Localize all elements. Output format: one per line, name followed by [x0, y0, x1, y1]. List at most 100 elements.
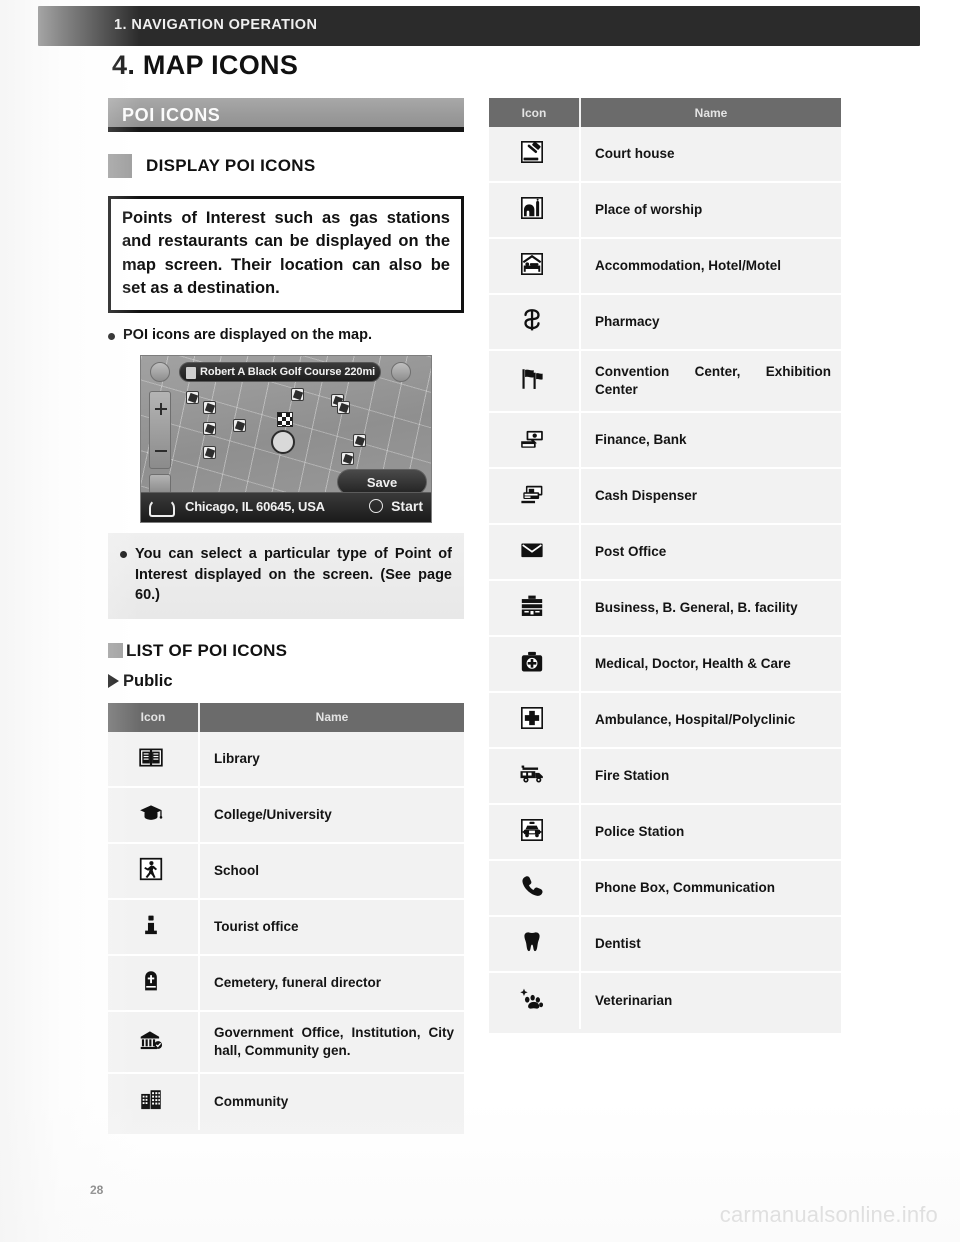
- poi-name-cell: Tourist office: [200, 899, 464, 954]
- poi-name-cell: Business, B. General, B. facility: [581, 581, 841, 635]
- group-heading-label: Public: [123, 671, 173, 690]
- poi-name-cell: Police Station: [581, 805, 841, 859]
- icon-cell: [108, 787, 200, 842]
- table-row: Fire Station: [489, 749, 841, 805]
- poi-name-cell: Library: [200, 731, 464, 786]
- icon-cell: [489, 917, 581, 971]
- atm-card-icon: [519, 481, 549, 511]
- table-row: Veterinarian: [489, 973, 841, 1029]
- table-row: Tourist office: [108, 899, 464, 956]
- chapter-header-bar: 1. NAVIGATION OPERATION: [38, 6, 920, 46]
- poi-name-cell: Pharmacy: [581, 295, 841, 349]
- icon-cell: [108, 843, 200, 898]
- list-of-poi-icons-heading: LIST OF POI ICONS: [108, 641, 476, 661]
- note-block: You can select a particular type of Poin…: [108, 533, 464, 619]
- navigation-screen: Robert A Black Golf Course 220mi Save Ch…: [140, 355, 432, 524]
- map-poi-icon: [203, 446, 216, 460]
- poi-icons-banner: POI ICONS: [108, 98, 464, 132]
- map-poi-icon: [291, 388, 304, 402]
- watermark: carmanualsonline.info: [719, 1202, 938, 1227]
- chapter-title: 1. NAVIGATION OPERATION: [114, 17, 318, 33]
- poi-icon-table-right: Icon Name Court house Place of worship Acc…: [489, 98, 841, 1033]
- right-column: Icon Name Court house Place of worship Acc…: [489, 98, 841, 1033]
- community-buildings-icon: [138, 1087, 168, 1117]
- medical-bag-icon: [519, 649, 549, 679]
- page-title: 4. MAP ICONS: [112, 50, 299, 80]
- poi-icon-table-left: Icon Name Library College/University Schoo…: [108, 702, 464, 1134]
- bullet-text: POI icons are displayed on the map.: [123, 326, 372, 343]
- poi-name-cell: Cash Dispenser: [581, 469, 841, 523]
- square-bullet-icon: [108, 154, 132, 178]
- column-header-name: Name: [200, 702, 464, 732]
- police-car-icon: [519, 817, 549, 847]
- briefcase-icon: [519, 593, 549, 623]
- start-button[interactable]: Start: [369, 498, 423, 514]
- table-row: Convention Center, Exhibition Center: [489, 351, 841, 413]
- table-row: Cash Dispenser: [489, 469, 841, 525]
- poi-name-cell: Ambulance, Hospital/Polyclinic: [581, 693, 841, 747]
- map-view-toggle-button[interactable]: [149, 474, 171, 495]
- poi-name-cell: Place of worship: [581, 183, 841, 237]
- column-header-icon: Icon: [489, 98, 581, 127]
- icon-cell: [489, 525, 581, 579]
- table-row: Police Station: [489, 805, 841, 861]
- envelope-icon: [519, 537, 549, 567]
- info-callout-box: Points of Interest such as gas stations …: [108, 196, 464, 313]
- icon-cell: [489, 127, 581, 181]
- start-button-label: Start: [391, 498, 423, 515]
- icon-cell: [489, 637, 581, 691]
- icon-cell: [108, 955, 200, 1010]
- poi-name-cell: Phone Box, Communication: [581, 861, 841, 915]
- icon-cell: [489, 239, 581, 293]
- icon-cell: [489, 295, 581, 349]
- school-pedestrian-icon: [138, 856, 168, 886]
- map-poi-icon: [341, 452, 354, 466]
- icon-cell: [489, 749, 581, 803]
- table-row: Place of worship: [489, 183, 841, 239]
- icon-cell: [489, 183, 581, 237]
- money-card-icon: [519, 425, 549, 455]
- column-header-icon: Icon: [108, 702, 200, 732]
- icon-cell: [108, 1073, 200, 1130]
- paw-print-icon: [519, 986, 549, 1016]
- column-header-name: Name: [581, 98, 841, 127]
- zoom-out-icon[interactable]: [155, 450, 167, 453]
- map-poi-icon: [337, 401, 350, 415]
- destination-flag-icon: [277, 412, 293, 428]
- table-row: Phone Box, Communication: [489, 861, 841, 917]
- flags-icon: [519, 366, 549, 396]
- table-row: Pharmacy: [489, 295, 841, 351]
- back-arrow-icon[interactable]: [149, 499, 175, 518]
- icon-cell: [108, 899, 200, 954]
- poi-name-cell: Finance, Bank: [581, 413, 841, 467]
- map-zoom-control[interactable]: [149, 391, 171, 470]
- map-poi-icon: [186, 391, 199, 405]
- library-icon: [138, 744, 168, 774]
- zoom-in-icon[interactable]: [155, 403, 167, 416]
- table-row: Library: [108, 731, 464, 788]
- icon-cell: [489, 693, 581, 747]
- icon-cell: [108, 1011, 200, 1072]
- icon-cell: [489, 805, 581, 859]
- table-row: Cemetery, funeral director: [108, 955, 464, 1012]
- information-i-icon: [138, 912, 168, 942]
- poi-name-cell: Convention Center, Exhibition Center: [581, 351, 841, 411]
- icon-cell: [489, 413, 581, 467]
- poi-title-bar: Robert A Black Golf Course 220mi: [179, 362, 381, 383]
- table-row: Ambulance, Hospital/Polyclinic: [489, 693, 841, 749]
- callout-text: Points of Interest such as gas stations …: [122, 209, 450, 298]
- graduation-cap-icon: [138, 800, 168, 830]
- poi-name-cell: College/University: [200, 787, 464, 842]
- poi-name-cell: Medical, Doctor, Health & Care: [581, 637, 841, 691]
- icon-cell: [489, 351, 581, 411]
- navigation-bottom-bar: Chicago, IL 60645, USA Start: [141, 492, 431, 523]
- hotel-bed-icon: [519, 251, 549, 281]
- poi-name-cell: Dentist: [581, 917, 841, 971]
- table-row: Community: [108, 1073, 464, 1130]
- triangle-bullet-icon: [108, 674, 119, 689]
- bullet-poi-displayed: POI icons are displayed on the map.: [108, 326, 464, 346]
- pharmacy-snake-icon: [519, 307, 549, 337]
- icon-cell: [108, 731, 200, 786]
- table-row: Court house: [489, 127, 841, 183]
- note-bullet-line: You can select a particular type of Poin…: [120, 544, 452, 606]
